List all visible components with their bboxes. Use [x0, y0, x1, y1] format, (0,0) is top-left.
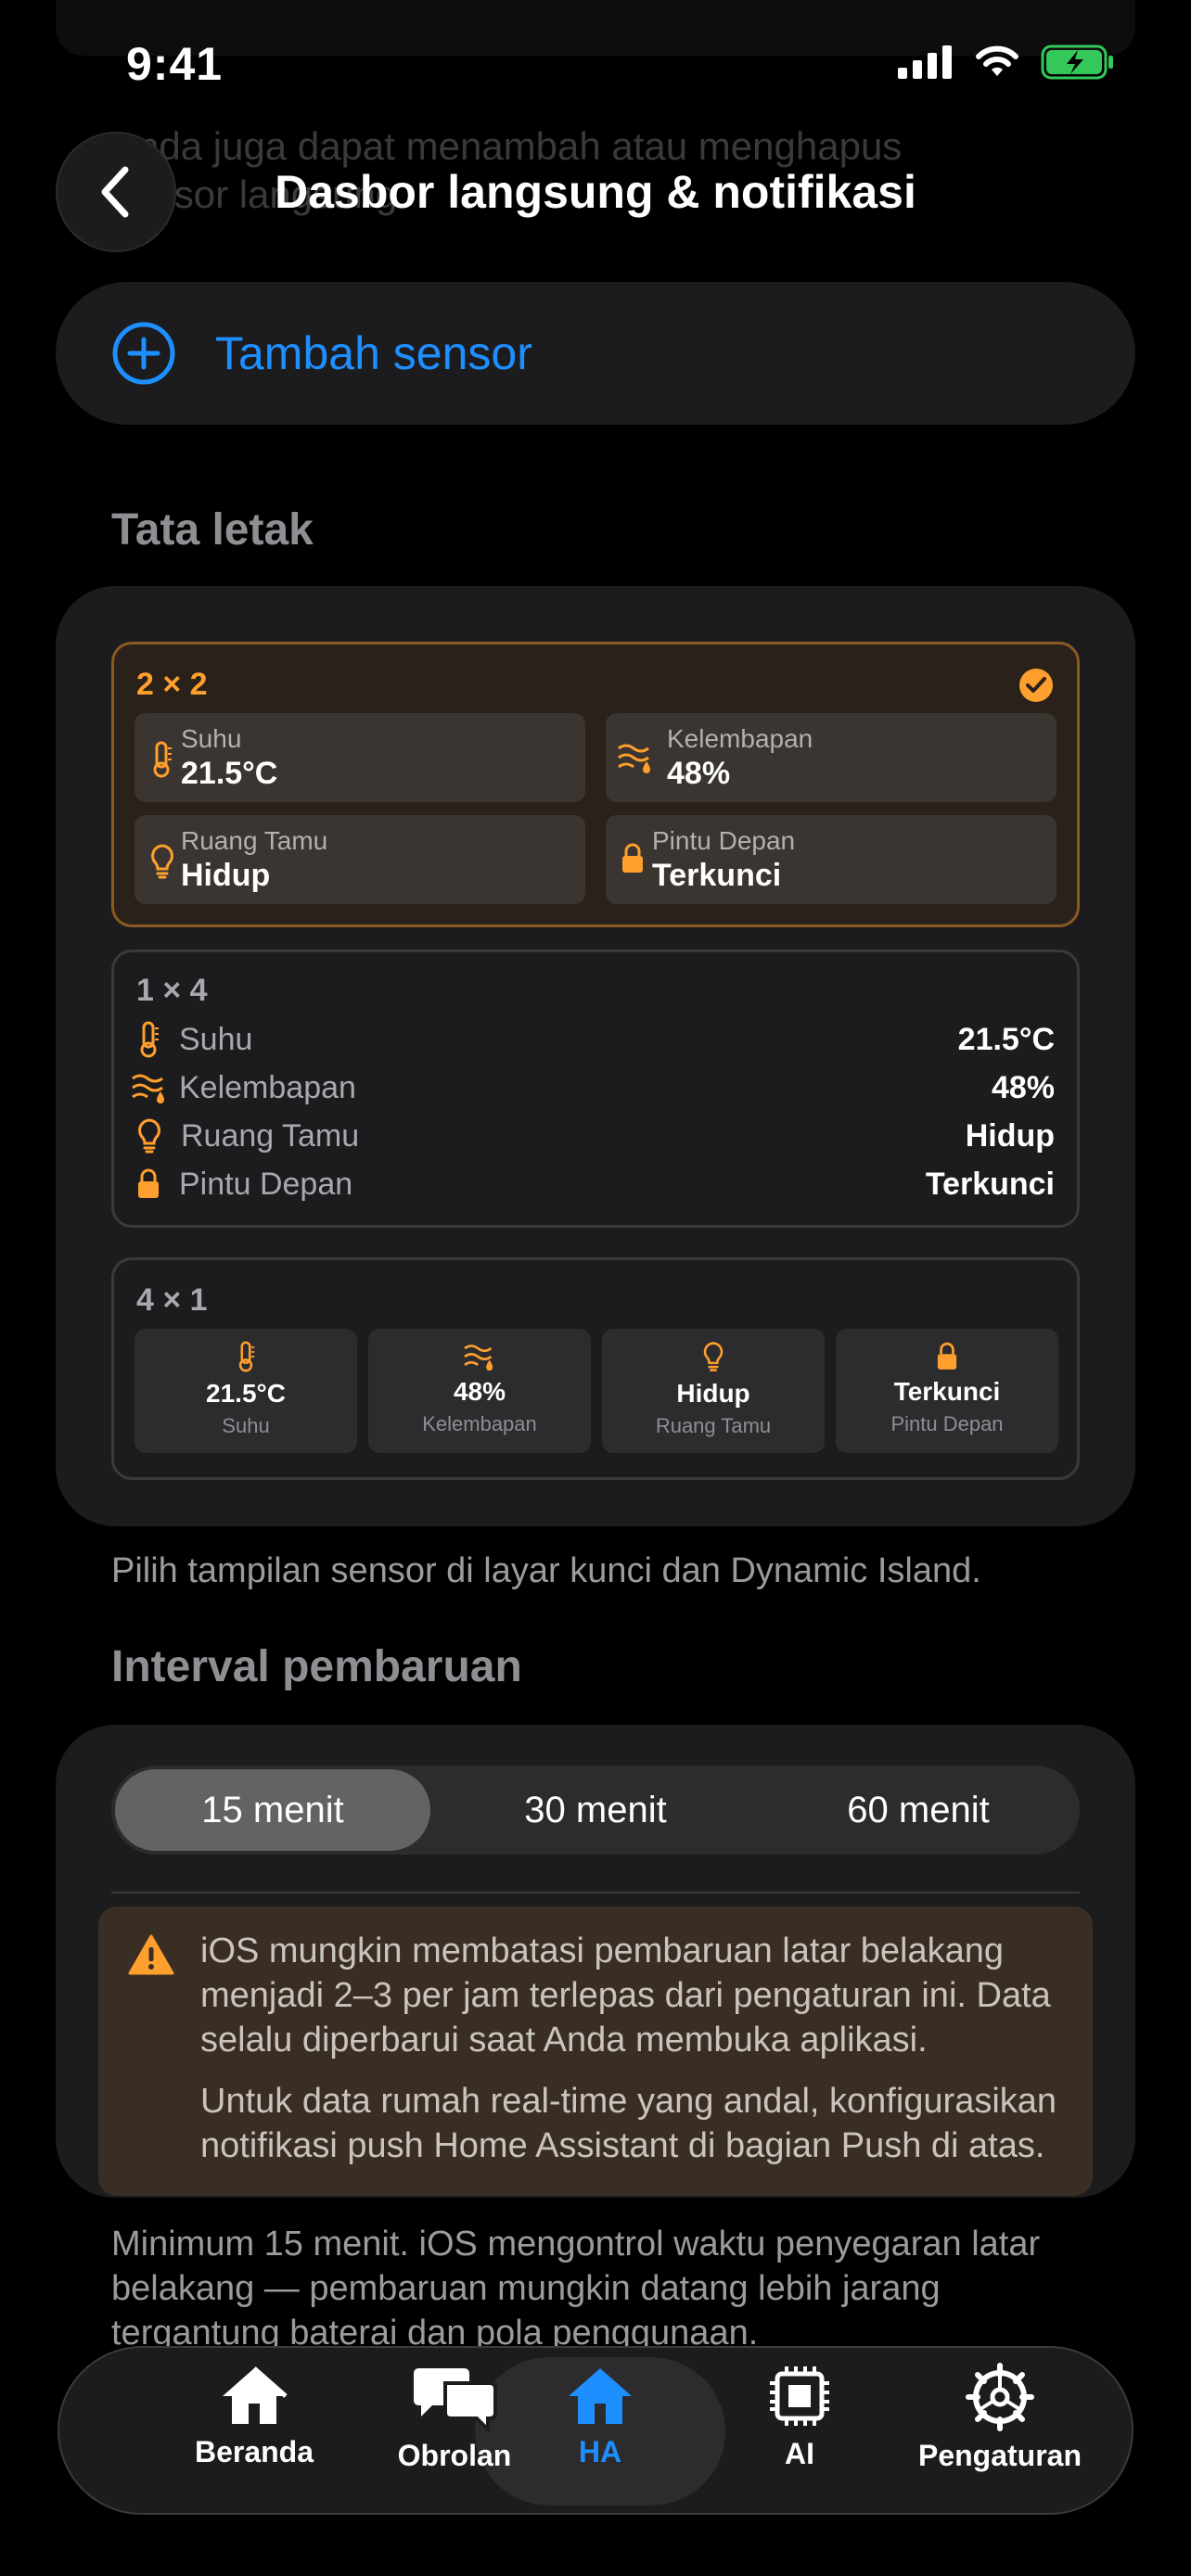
tile-value: Terkunci	[652, 858, 782, 893]
gear-icon	[966, 2363, 1034, 2431]
warning-text-secondary: Untuk data rumah real-time yang andal, k…	[200, 2082, 1057, 2165]
tile-value: 48%	[667, 756, 731, 791]
tile-temperature: Suhu 21.5°C	[134, 713, 585, 802]
tab-label: Obrolan	[397, 2439, 512, 2472]
lock-icon	[937, 1342, 957, 1370]
add-sensor-label: Tambah sensor	[215, 327, 532, 379]
tile-name: Suhu	[181, 724, 242, 753]
list-row-name: Suhu	[179, 1021, 253, 1057]
layout-option-1x4[interactable]: 1 × 4 Suhu 21.5°C Kelembapan 48% Ruang T	[111, 950, 1080, 1228]
list-row-value: Hidup	[965, 1117, 1055, 1154]
wifi-icon	[976, 45, 1018, 76]
layout-option-2x2[interactable]: 2 × 2 Suhu 21.5°C Kelembapan 48% Ruang T…	[111, 642, 1080, 927]
tab-beranda[interactable]: Beranda	[152, 2363, 356, 2502]
layout-section-title: Tata letak	[111, 505, 314, 555]
cellular-signal-icon	[898, 45, 952, 79]
plus-circle-icon	[112, 322, 175, 385]
list-row-temperature: Suhu 21.5°C	[136, 1015, 1055, 1064]
list-row-front-door: Pintu Depan Terkunci	[136, 1160, 1055, 1208]
tab-label: HA	[578, 2435, 622, 2468]
list-row-living-room: Ruang Tamu Hidup	[136, 1112, 1055, 1160]
divider	[111, 1892, 1080, 1894]
list-row-humidity: Kelembapan 48%	[132, 1064, 1055, 1112]
tile-humidity: Kelembapan 48%	[606, 713, 1057, 802]
column-humidity: 48% Kelembapan	[368, 1329, 591, 1453]
column-front-door: Terkunci Pintu Depan	[836, 1329, 1058, 1453]
column-value: Hidup	[676, 1379, 750, 1408]
interval-segmented-control: 15 menit 30 menit 60 menit	[111, 1766, 1080, 1855]
thermometer-icon	[238, 1341, 255, 1372]
lightbulb-icon	[703, 1342, 724, 1371]
layout-option-4x1[interactable]: 4 × 1 21.5°C Suhu 48% Kelembapan Hidup R…	[111, 1257, 1080, 1480]
tab-ai[interactable]: AI	[698, 2363, 902, 2502]
tile-value: Hidup	[181, 858, 271, 893]
chat-bubbles-icon	[414, 2368, 497, 2431]
home-icon	[223, 2366, 288, 2424]
tile-name: Pintu Depan	[652, 826, 796, 855]
list-row-value: 21.5°C	[957, 1021, 1055, 1057]
warning-triangle-icon	[128, 1934, 174, 1975]
layout-option-label: 4 × 1	[136, 1282, 208, 1318]
tile-name: Ruang Tamu	[181, 826, 328, 855]
interval-option-30[interactable]: 30 menit	[438, 1766, 753, 1855]
humidity-icon	[618, 744, 650, 773]
list-row-value: 48%	[991, 1069, 1055, 1105]
interval-option-15[interactable]: 15 menit	[115, 1769, 430, 1851]
tile-living-room: Ruang Tamu Hidup	[134, 815, 585, 904]
layout-card: 2 × 2 Suhu 21.5°C Kelembapan 48% Ruang T…	[56, 586, 1135, 1526]
interval-footer-note: Minimum 15 menit. iOS mengontrol waktu p…	[111, 2225, 1041, 2353]
column-name: Ruang Tamu	[655, 1414, 772, 1437]
list-row-name: Kelembapan	[179, 1069, 356, 1105]
home-assistant-icon	[569, 2368, 632, 2424]
status-icons	[898, 45, 1115, 80]
tile-name: Kelembapan	[667, 724, 813, 753]
checkmark-circle-icon	[1019, 669, 1053, 702]
tab-pengaturan[interactable]: Pengaturan	[898, 2363, 1102, 2502]
layout-option-label: 1 × 4	[136, 973, 208, 1008]
interval-section-title: Interval pembaruan	[111, 1642, 522, 1691]
layout-option-label: 2 × 2	[136, 667, 208, 702]
lightbulb-icon	[151, 844, 173, 879]
chip-icon	[770, 2366, 829, 2426]
status-time: 9:41	[126, 38, 224, 90]
humidity-icon	[132, 1074, 164, 1103]
interval-card: 15 menit 30 menit 60 menit iOS mungkin m…	[56, 1725, 1135, 2198]
background-refresh-warning: iOS mungkin membatasi pembaruan latar be…	[98, 1906, 1093, 2196]
interval-option-60[interactable]: 60 menit	[761, 1766, 1076, 1855]
add-sensor-button[interactable]: Tambah sensor	[56, 282, 1135, 425]
page-title: Dasbor langsung & notifikasi	[275, 166, 916, 218]
thermometer-icon	[153, 741, 172, 778]
lightbulb-icon	[138, 1118, 160, 1154]
tab-bar: Beranda Obrolan HA AI Pengaturan	[58, 2346, 1133, 2515]
column-temperature: 21.5°C Suhu	[134, 1329, 357, 1453]
list-row-name: Pintu Depan	[179, 1166, 353, 1202]
lock-icon	[622, 843, 643, 873]
column-living-room: Hidup Ruang Tamu	[602, 1329, 825, 1453]
list-row-value: Terkunci	[925, 1166, 1055, 1202]
tab-ha[interactable]: HA	[498, 2363, 702, 2502]
column-value: 48%	[453, 1377, 506, 1406]
column-name: Pintu Depan	[890, 1412, 1004, 1435]
column-value: 21.5°C	[206, 1379, 286, 1408]
thermometer-icon	[140, 1021, 159, 1058]
lock-icon	[138, 1168, 159, 1198]
layout-footer-note: Pilih tampilan sensor di layar kunci dan…	[111, 1551, 981, 1590]
battery-charging-icon	[1041, 45, 1113, 80]
column-name: Kelembapan	[422, 1412, 537, 1435]
tile-front-door: Pintu Depan Terkunci	[606, 815, 1057, 904]
warning-text-primary: iOS mungkin membatasi pembaruan latar be…	[200, 1932, 1051, 2060]
column-name: Suhu	[222, 1414, 270, 1437]
list-row-name: Ruang Tamu	[181, 1117, 360, 1154]
humidity-icon	[464, 1345, 493, 1371]
column-value: Terkunci	[893, 1377, 1001, 1406]
tab-label: Pengaturan	[917, 2439, 1082, 2472]
tab-label: Beranda	[194, 2435, 314, 2468]
tile-value: 21.5°C	[181, 756, 278, 791]
tab-label: AI	[785, 2437, 814, 2470]
